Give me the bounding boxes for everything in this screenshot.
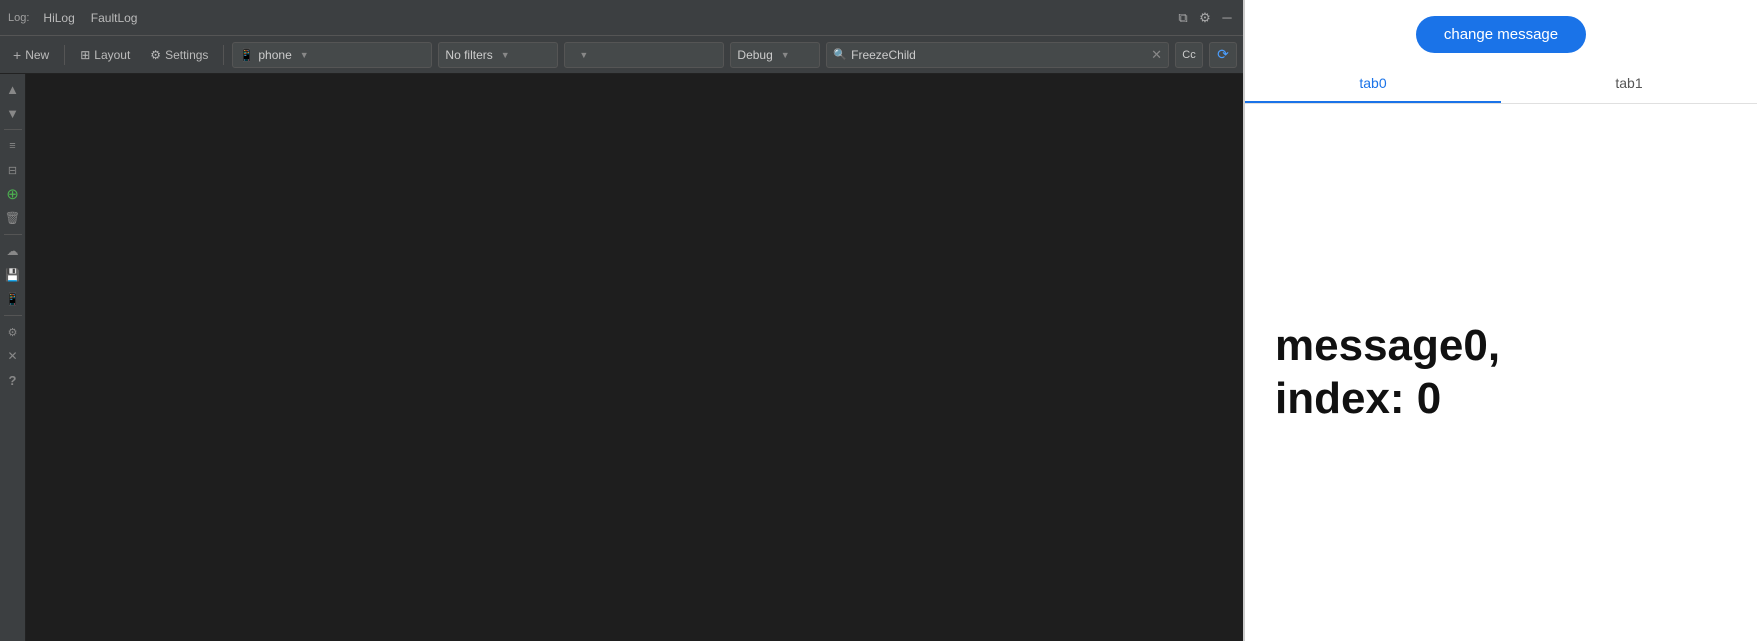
plus-icon: +	[13, 47, 21, 63]
debug-dropdown[interactable]: Debug ▼	[730, 42, 820, 68]
phone-tabs: tab0 tab1	[1245, 65, 1757, 104]
settings-button[interactable]: ⚙	[1197, 10, 1213, 26]
settings-label: Settings	[165, 48, 208, 62]
content-area: ▲ ▼ ≡ ⊟ ⊕ 🗑 ☁ 💾 📱 ⚙ ✕ ?	[0, 74, 1243, 641]
settings-toolbar-button[interactable]: ⚙ Settings	[143, 45, 215, 65]
phone-device-icon: 📱	[239, 48, 254, 62]
scroll-down-icon[interactable]: ▼	[2, 102, 24, 124]
side-sep-2	[4, 234, 22, 235]
device-label: phone	[258, 48, 291, 62]
debug-chevron-icon: ▼	[781, 50, 790, 60]
help-icon[interactable]: ?	[2, 369, 24, 391]
left-panel: Log: HiLog FaultLog ⧉ ⚙ ─ + New ⊞ Layout…	[0, 0, 1243, 641]
toolbar: + New ⊞ Layout ⚙ Settings 📱 phone ▼ No f…	[0, 36, 1243, 74]
log-area	[26, 74, 1243, 641]
tab-tab1[interactable]: tab1	[1501, 65, 1757, 103]
layout-icon: ⊞	[80, 48, 90, 62]
message-content: message0,index: 0	[1245, 104, 1757, 641]
side-sep-3	[4, 315, 22, 316]
search-input[interactable]	[851, 48, 1147, 62]
new-label: New	[25, 48, 49, 62]
scroll-up-icon[interactable]: ▲	[2, 78, 24, 100]
device-chevron-icon: ▼	[300, 50, 309, 60]
restore-button[interactable]: ⧉	[1175, 10, 1191, 26]
window-controls: ⧉ ⚙ ─	[1175, 10, 1235, 26]
empty-dropdown[interactable]: ▼	[564, 42, 724, 68]
new-button[interactable]: + New	[6, 44, 56, 66]
table-icon[interactable]: ⊟	[2, 159, 24, 181]
minimize-button[interactable]: ─	[1219, 10, 1235, 26]
layout-label: Layout	[94, 48, 130, 62]
empty-chevron-icon: ▼	[579, 50, 588, 60]
save-icon[interactable]: 💾	[2, 264, 24, 286]
change-message-button[interactable]: change message	[1416, 16, 1586, 53]
search-icon: 🔍	[833, 48, 847, 61]
cc-label: Cc	[1182, 49, 1195, 61]
search-bar: 🔍 ✕	[826, 42, 1169, 68]
gear-icon: ⚙	[150, 48, 161, 62]
filters-label: No filters	[445, 48, 492, 62]
add-circle-icon[interactable]: ⊕	[2, 183, 24, 205]
log-label: Log:	[8, 12, 29, 24]
menu-bar: Log: HiLog FaultLog ⧉ ⚙ ─	[0, 0, 1243, 36]
sync-button[interactable]: ⟳	[1209, 42, 1237, 68]
debug-label: Debug	[737, 48, 772, 62]
device-dropdown[interactable]: 📱 phone ▼	[232, 42, 432, 68]
toolbar-sep-2	[223, 45, 224, 65]
tab-tab0[interactable]: tab0	[1245, 65, 1501, 103]
layout-button[interactable]: ⊞ Layout	[73, 45, 137, 65]
cc-button[interactable]: Cc	[1175, 42, 1203, 68]
message-text: message0,index: 0	[1275, 320, 1500, 426]
cloud-icon[interactable]: ☁	[2, 240, 24, 262]
side-toolbar: ▲ ▼ ≡ ⊟ ⊕ 🗑 ☁ 💾 📱 ⚙ ✕ ?	[0, 74, 26, 641]
hilog-menu[interactable]: HiLog	[37, 9, 80, 27]
close-x-icon[interactable]: ✕	[2, 345, 24, 367]
faultlog-menu[interactable]: FaultLog	[85, 9, 144, 27]
side-sep-1	[4, 129, 22, 130]
trash-icon[interactable]: 🗑	[2, 207, 24, 229]
search-clear-icon[interactable]: ✕	[1151, 47, 1162, 63]
sliders-icon[interactable]: ⚙	[2, 321, 24, 343]
phone-icon[interactable]: 📱	[2, 288, 24, 310]
toolbar-sep-1	[64, 45, 65, 65]
sync-icon: ⟳	[1217, 46, 1229, 63]
filters-chevron-icon: ▼	[501, 50, 510, 60]
filters-dropdown[interactable]: No filters ▼	[438, 42, 558, 68]
filter-lines-icon[interactable]: ≡	[2, 135, 24, 157]
right-panel: change message tab0 tab1 message0,index:…	[1243, 0, 1757, 641]
